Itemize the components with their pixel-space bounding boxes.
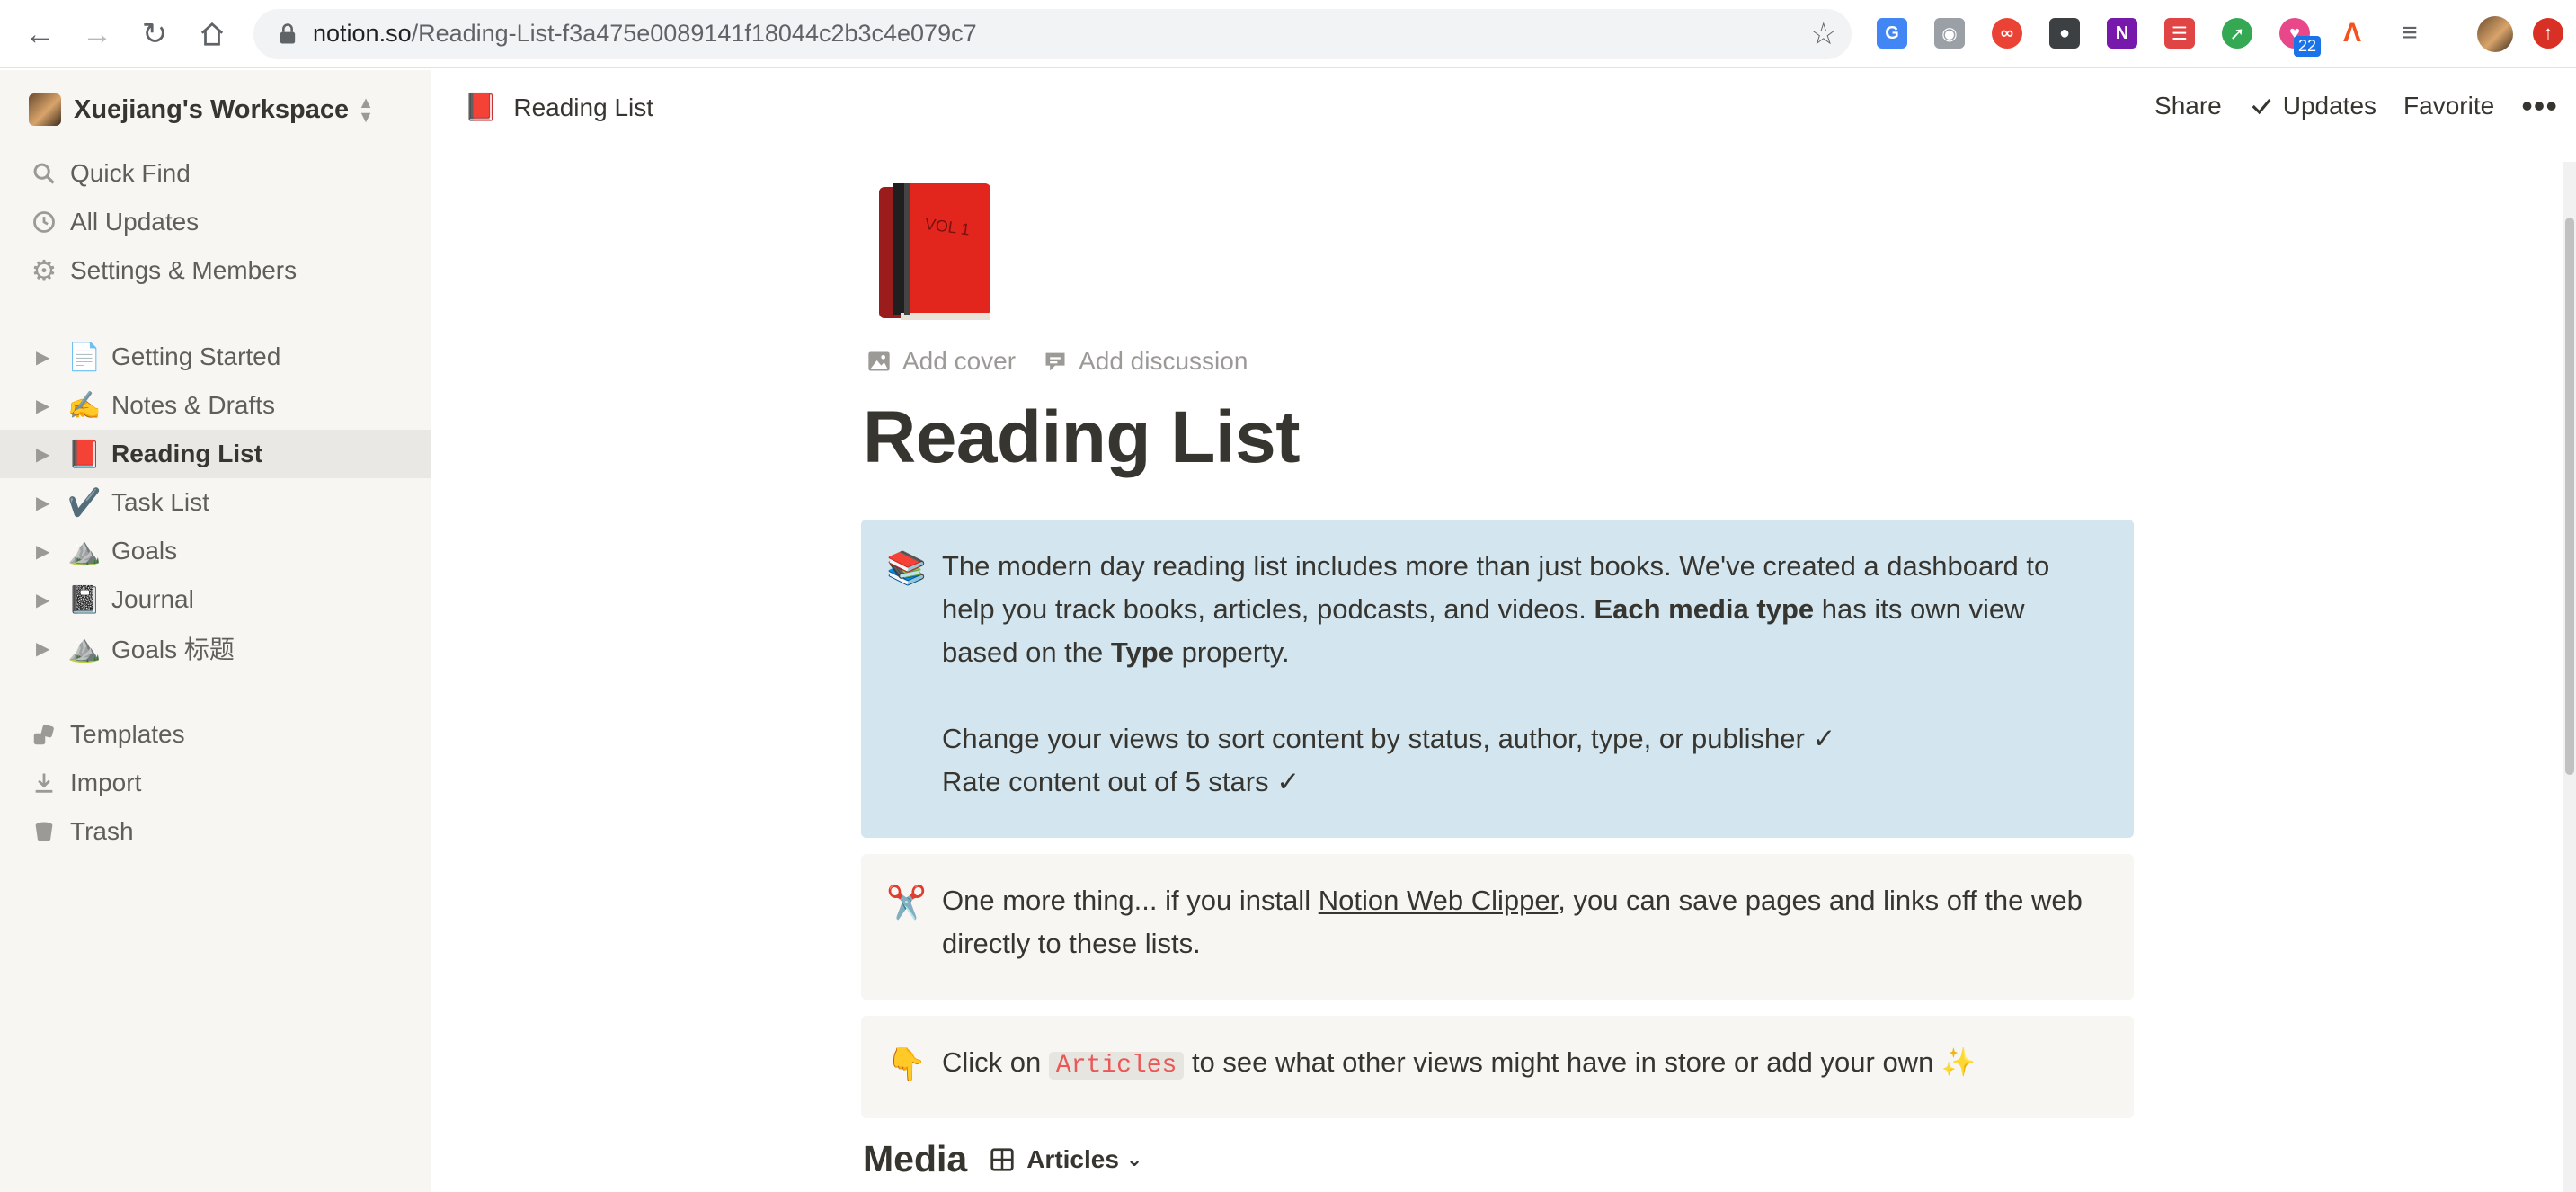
search-icon bbox=[29, 158, 59, 189]
image-icon bbox=[868, 351, 890, 371]
workspace-switcher[interactable]: Xuejiang's Workspace ▲ ▼ bbox=[29, 90, 374, 129]
extension-badge: 22 bbox=[2294, 36, 2322, 57]
sidebar-item-getting-started[interactable]: ▶ 📄 Getting Started bbox=[0, 333, 431, 381]
pointing-down-icon: 👇 bbox=[886, 1045, 927, 1082]
expand-triangle-icon[interactable]: ▶ bbox=[36, 540, 54, 563]
forward-arrow-icon[interactable]: → bbox=[76, 13, 119, 56]
sidebar-item-journal[interactable]: ▶ 📓 Journal bbox=[0, 575, 431, 624]
gear-icon: ⚙ bbox=[31, 254, 58, 287]
expand-triangle-icon[interactable]: ▶ bbox=[36, 637, 54, 660]
comment-icon bbox=[1045, 352, 1065, 371]
callout-line: Rate content out of 5 stars ✓ bbox=[942, 766, 1301, 797]
expand-triangle-icon[interactable]: ▶ bbox=[36, 492, 54, 514]
url-text: notion.so/Reading-List-f3a475e0089141f18… bbox=[313, 20, 977, 47]
expand-triangle-icon[interactable]: ▶ bbox=[36, 346, 54, 369]
compass-extension-icon[interactable]: ➚ bbox=[2222, 18, 2252, 49]
callout-paragraph: One more thing... if you install Notion … bbox=[942, 885, 2083, 959]
page-title[interactable]: Reading List bbox=[863, 396, 1301, 480]
expand-triangle-icon[interactable]: ▶ bbox=[36, 443, 54, 466]
page-icon: 📓 bbox=[67, 584, 102, 615]
scrollbar-thumb[interactable] bbox=[2565, 218, 2574, 775]
translate-extension-icon[interactable]: G bbox=[1877, 18, 1907, 49]
callout-paragraph: The modern day reading list includes mor… bbox=[942, 550, 2050, 668]
page-icon: ✔️ bbox=[67, 487, 102, 518]
sidebar: Xuejiang's Workspace ▲ ▼ Quick Find All U… bbox=[0, 70, 431, 1192]
update-alert-icon[interactable]: ↑ bbox=[2533, 18, 2563, 49]
books-icon: 📚 bbox=[886, 549, 927, 586]
page-icon: 📕 bbox=[67, 439, 102, 469]
page-topbar: 📕 Reading List Share Updates Favorite ••… bbox=[431, 70, 2576, 147]
database-header: Media Articles ⌄ bbox=[863, 1138, 1142, 1180]
sidebar-item-goals[interactable]: ▶ ⛰️ Goals bbox=[0, 527, 431, 575]
chevron-updown-icon: ▲ ▼ bbox=[358, 93, 374, 126]
infinity-extension-icon[interactable]: ∞ bbox=[1992, 18, 2022, 49]
breadcrumb[interactable]: 📕 Reading List bbox=[464, 92, 653, 123]
sidebar-item-reading-list[interactable]: ▶ 📕 Reading List bbox=[0, 430, 431, 478]
address-bar[interactable]: notion.so/Reading-List-f3a475e0089141f18… bbox=[253, 9, 1852, 59]
checkmark-icon bbox=[2252, 99, 2271, 115]
book-icon[interactable]: VOL 1 bbox=[874, 180, 996, 324]
share-button[interactable]: Share bbox=[2154, 92, 2222, 120]
expand-triangle-icon[interactable]: ▶ bbox=[36, 589, 54, 611]
home-icon[interactable] bbox=[191, 13, 234, 56]
browser-toolbar: ← → ↻ notion.so/Reading-List-f3a475e0089… bbox=[0, 0, 2576, 68]
chevron-down-icon: ⌄ bbox=[1125, 1147, 1143, 1170]
favorite-button[interactable]: Favorite bbox=[2403, 92, 2494, 120]
callout-paragraph: Click on Articles to see what other view… bbox=[942, 1046, 1976, 1080]
expand-triangle-icon[interactable]: ▶ bbox=[36, 395, 54, 417]
sidebar-item-task-list[interactable]: ▶ ✔️ Task List bbox=[0, 478, 431, 527]
web-clipper-link[interactable]: Notion Web Clipper bbox=[1319, 885, 1559, 916]
callout-web-clipper[interactable]: ✂️ One more thing... if you install Noti… bbox=[861, 854, 2134, 1000]
sidebar-item-quick-find[interactable]: Quick Find bbox=[0, 149, 431, 198]
sidebar-item-import[interactable]: Import bbox=[0, 759, 431, 807]
database-title[interactable]: Media bbox=[863, 1138, 967, 1180]
trash-icon bbox=[29, 816, 59, 847]
page-icon: ✍️ bbox=[67, 390, 102, 421]
page-icon: 📄 bbox=[67, 342, 102, 372]
pdf-extension-icon[interactable]: Λ bbox=[2337, 18, 2367, 49]
onenote-extension-icon[interactable]: N bbox=[2107, 18, 2137, 49]
lock-icon bbox=[280, 23, 296, 44]
reading-list-extension-icon[interactable]: ≡ bbox=[2394, 18, 2425, 49]
scrollbar[interactable] bbox=[2563, 162, 2576, 1192]
import-icon bbox=[29, 768, 59, 798]
workspace-avatar bbox=[29, 93, 61, 126]
clock-icon bbox=[29, 207, 59, 237]
callout-line: Change your views to sort content by sta… bbox=[942, 723, 1836, 754]
sidebar-item-trash[interactable]: Trash bbox=[0, 807, 431, 856]
sidebar-item-templates[interactable]: Templates bbox=[0, 710, 431, 759]
more-options-icon[interactable]: ••• bbox=[2521, 90, 2558, 121]
sidebar-item-all-updates[interactable]: All Updates bbox=[0, 198, 431, 246]
book-icon: 📕 bbox=[464, 93, 498, 122]
add-discussion-button[interactable]: Add discussion bbox=[1043, 347, 1248, 376]
updates-button[interactable]: Updates bbox=[2249, 92, 2376, 120]
reload-icon[interactable]: ↻ bbox=[133, 13, 176, 56]
bookmark-star-icon[interactable]: ☆ bbox=[1810, 16, 1837, 52]
camera-extension-icon[interactable]: ◉ bbox=[1934, 18, 1965, 49]
workspace-name: Xuejiang's Workspace bbox=[74, 94, 350, 124]
inline-code: Articles bbox=[1048, 1052, 1185, 1080]
sidebar-item-notes-drafts[interactable]: ▶ ✍️ Notes & Drafts bbox=[0, 381, 431, 430]
view-switcher[interactable]: Articles ⌄ bbox=[989, 1145, 1142, 1174]
lightbulb-extension-icon[interactable]: ● bbox=[2049, 18, 2080, 49]
callout-views-hint[interactable]: 👇 Click on Articles to see what other vi… bbox=[861, 1016, 2134, 1118]
profile-avatar[interactable] bbox=[2477, 16, 2513, 52]
sidebar-item-goals-2[interactable]: ▶ ⛰️ Goals 标题 bbox=[0, 624, 431, 672]
scissors-icon: ✂️ bbox=[886, 884, 927, 921]
page-icon: ⛰️ bbox=[67, 633, 102, 663]
callout-intro[interactable]: 📚 The modern day reading list includes m… bbox=[861, 520, 2134, 838]
back-arrow-icon[interactable]: ← bbox=[18, 13, 61, 56]
add-cover-button[interactable]: Add cover bbox=[866, 347, 1016, 376]
templates-icon bbox=[29, 719, 59, 750]
sidebar-item-settings[interactable]: ⚙ Settings & Members bbox=[0, 246, 431, 295]
page-icon: ⛰️ bbox=[67, 536, 102, 566]
list-extension-icon[interactable]: ☰ bbox=[2164, 18, 2195, 49]
gallery-view-icon bbox=[990, 1147, 1014, 1171]
